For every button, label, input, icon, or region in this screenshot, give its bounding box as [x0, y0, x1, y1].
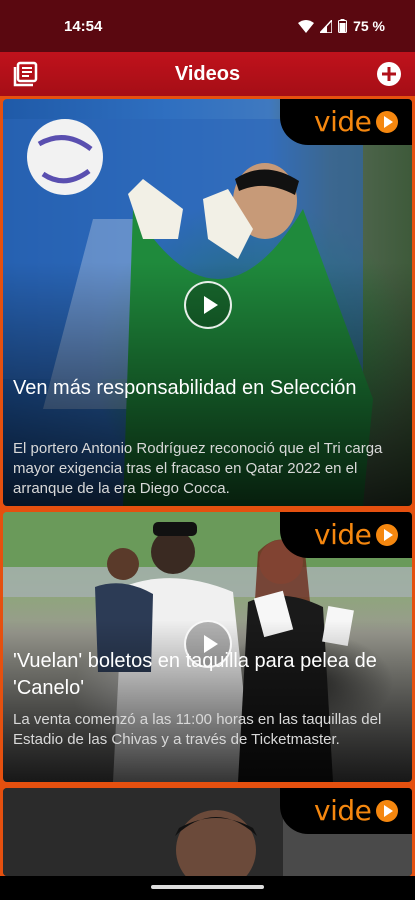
video-card[interactable]: vide: [3, 788, 412, 876]
play-icon: [376, 111, 398, 133]
battery-icon: [338, 19, 348, 33]
wifi-icon: [298, 19, 315, 33]
battery-percent: 75 %: [353, 18, 385, 34]
play-icon: [376, 800, 398, 822]
status-bar: 14:54 75 %: [0, 0, 415, 52]
system-navigation-bar: [0, 876, 415, 900]
status-icons: 75 %: [298, 18, 385, 34]
video-badge: vide: [280, 99, 412, 145]
video-badge-label: vide: [314, 518, 372, 551]
video-badge-label: vide: [314, 105, 372, 138]
video-card[interactable]: vide 'Vuelan' boletos en taquilla para p…: [3, 512, 412, 782]
video-card[interactable]: vide Ven más responsabilidad en Selecció…: [3, 99, 412, 506]
video-badge: vide: [280, 512, 412, 558]
app-bar: Videos: [0, 52, 415, 96]
play-button[interactable]: [184, 281, 232, 329]
cellular-signal-icon: [320, 19, 333, 33]
card-description: El portero Antonio Rodríguez reconoció q…: [13, 440, 383, 497]
card-title[interactable]: 'Vuelan' boletos en taquilla para pelea …: [13, 648, 400, 702]
card-description: La venta comenzó a las 11:00 horas en la…: [13, 711, 382, 748]
video-feed[interactable]: vide Ven más responsabilidad en Selecció…: [0, 96, 415, 876]
video-badge-label: vide: [314, 794, 372, 827]
home-gesture-handle[interactable]: [151, 885, 264, 889]
add-circle-icon[interactable]: [375, 60, 403, 88]
page-title: Videos: [174, 63, 241, 85]
video-badge: vide: [280, 788, 412, 834]
play-icon: [376, 524, 398, 546]
status-time: 14:54: [64, 18, 103, 35]
card-title[interactable]: Ven más responsabilidad en Selección: [13, 375, 400, 402]
